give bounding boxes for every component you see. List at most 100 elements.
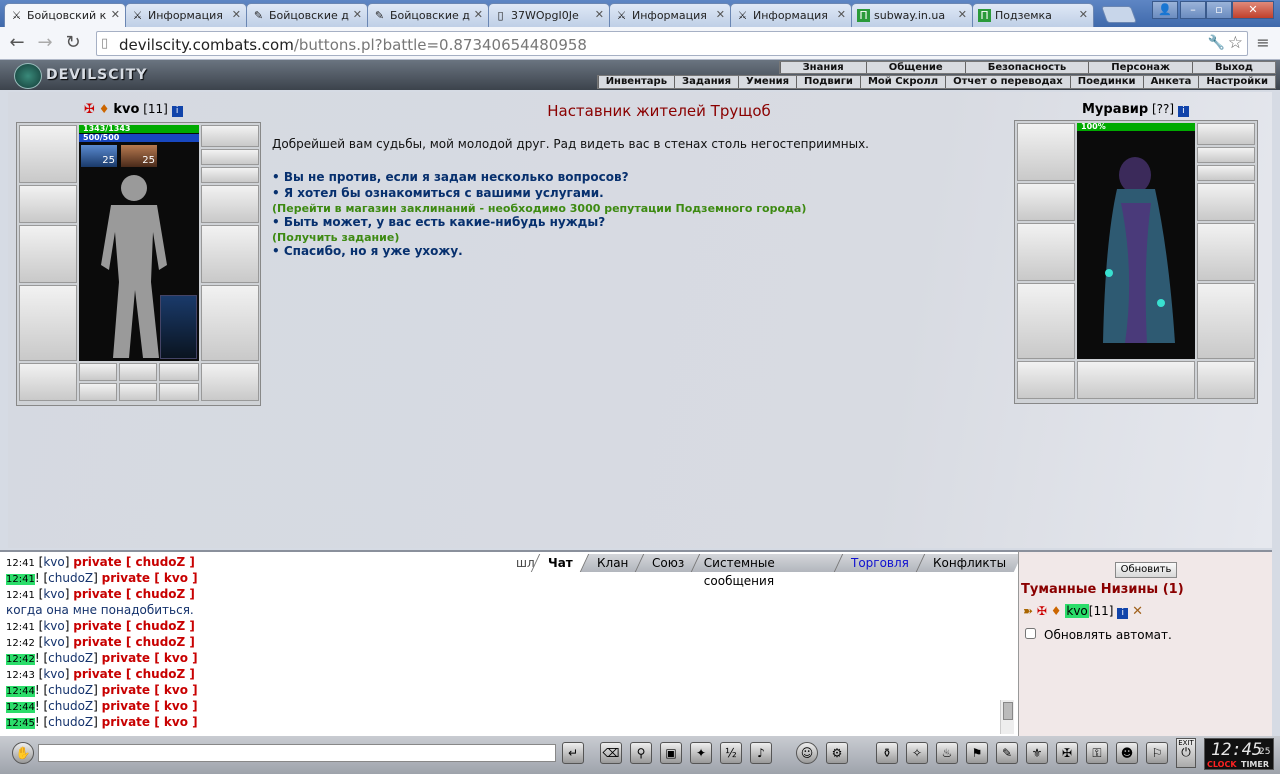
save-icon[interactable]: ▣ xyxy=(660,742,682,764)
menu-item[interactable]: Поединки xyxy=(1069,76,1143,88)
chat-nick[interactable]: kvo xyxy=(43,555,64,569)
bracers-slot[interactable] xyxy=(19,185,77,223)
new-tab-button[interactable] xyxy=(1100,6,1138,23)
leggings-slot[interactable] xyxy=(201,285,259,361)
chat-settings-icon[interactable]: ⚙ xyxy=(826,742,848,764)
browser-tab[interactable]: ⚔ Информация ✕ xyxy=(730,3,852,27)
minimize-button[interactable]: – xyxy=(1180,1,1206,19)
player-avatar[interactable]: 1343/1343 500/500 25 25 xyxy=(79,125,199,361)
site-logo[interactable]: DEVILSCITY xyxy=(10,62,147,89)
reload-button[interactable]: ↻ xyxy=(62,32,84,54)
player-name[interactable]: kvo xyxy=(113,102,139,117)
menu-item[interactable]: Знания xyxy=(779,62,866,73)
chat-time[interactable]: 12:41 xyxy=(6,590,35,601)
speed-icon[interactable]: ½ xyxy=(720,742,742,764)
menu-item[interactable]: Выход xyxy=(1191,62,1275,73)
chat-nick[interactable]: chudoZ xyxy=(48,715,93,729)
menu-item[interactable]: Персонаж xyxy=(1088,62,1192,73)
tab-close-icon[interactable]: ✕ xyxy=(837,8,846,21)
dialog-option-services[interactable]: • Я хотел бы ознакомиться с вашими услуг… xyxy=(272,186,604,200)
magic-icon[interactable]: ✧ xyxy=(906,742,928,764)
chat-nick[interactable]: kvo xyxy=(43,635,64,649)
scroll-icon[interactable]: ✎ xyxy=(996,742,1018,764)
menu-item[interactable]: Настройки xyxy=(1198,76,1275,88)
emoji-icon[interactable]: ☺ xyxy=(796,742,818,764)
chat-nick[interactable]: chudoZ xyxy=(48,683,93,697)
chat-recipient[interactable]: chudoZ xyxy=(136,587,186,601)
dialog-option-questions[interactable]: • Вы не против, если я задам несколько в… xyxy=(272,170,629,184)
maximize-button[interactable]: ▫ xyxy=(1206,1,1232,19)
tab-close-icon[interactable]: ✕ xyxy=(716,8,725,21)
weapon-slot[interactable] xyxy=(19,225,77,283)
rune-slot[interactable] xyxy=(79,383,117,401)
chat-time[interactable]: 12:45 xyxy=(6,718,35,729)
eraser-icon[interactable]: ⌫ xyxy=(600,742,622,764)
wrench-icon[interactable]: 🔧 xyxy=(1208,35,1225,51)
rune-slot[interactable] xyxy=(119,383,157,401)
info-icon[interactable]: i xyxy=(1177,106,1189,117)
potion-icon[interactable]: ♨ xyxy=(936,742,958,764)
chat-time[interactable]: 12:41 xyxy=(6,622,35,633)
chat-scrollbar[interactable] xyxy=(1000,700,1014,734)
tab-close-icon[interactable]: ✕ xyxy=(958,8,967,21)
chat-time[interactable]: 12:42 xyxy=(6,638,35,649)
tab-close-icon[interactable]: ✕ xyxy=(111,8,120,21)
ring-slot[interactable] xyxy=(159,363,199,381)
gloves-slot[interactable] xyxy=(201,185,259,223)
tab-close-icon[interactable]: ✕ xyxy=(595,8,604,21)
chat-log[interactable]: 12:41 [kvo] private [ chudoZ ] 12:41! [ch… xyxy=(6,554,224,736)
chat-time[interactable]: 12:41 xyxy=(6,558,35,569)
attack-icon[interactable]: ✕ xyxy=(1132,604,1143,619)
filter-icon[interactable]: ⚲ xyxy=(630,742,652,764)
chat-recipient[interactable]: kvo xyxy=(164,571,188,585)
forward-button[interactable]: → xyxy=(34,32,56,54)
chat-input[interactable] xyxy=(38,744,556,762)
clock-label[interactable]: CLOCK xyxy=(1207,760,1237,769)
bag-icon[interactable]: ⚱ xyxy=(876,742,898,764)
tab-close-icon[interactable]: ✕ xyxy=(232,8,241,21)
browser-tab[interactable]: ⚔ Бойцовский к ✕ xyxy=(4,3,126,28)
fighter-icon[interactable]: ✦ xyxy=(690,742,712,764)
refresh-button[interactable]: Обновить xyxy=(1115,562,1177,578)
chat-nick[interactable]: chudoZ xyxy=(48,699,93,713)
gold-icon[interactable]: ⚑ xyxy=(966,742,988,764)
menu-item[interactable]: Задания xyxy=(674,76,738,88)
pet-icon[interactable] xyxy=(160,295,197,359)
browser-tab[interactable]: П Подземка ✕ xyxy=(972,3,1094,27)
ring-slot[interactable] xyxy=(79,363,117,381)
tab-close-icon[interactable]: ✕ xyxy=(1079,8,1088,21)
menu-item[interactable]: Анкета xyxy=(1142,76,1199,88)
rune-slot[interactable] xyxy=(159,383,199,401)
chat-recipient[interactable]: kvo xyxy=(164,683,188,697)
tab-close-icon[interactable]: ✕ xyxy=(353,8,362,21)
exit-button[interactable]: EXIT ⏻ xyxy=(1176,738,1196,768)
chat-recipient[interactable]: kvo xyxy=(164,699,188,713)
chat-time[interactable]: 12:41 xyxy=(6,574,35,585)
tab-close-icon[interactable]: ✕ xyxy=(474,8,483,21)
info-icon[interactable]: i xyxy=(171,106,183,117)
chat-nick[interactable]: chudoZ xyxy=(48,651,93,665)
chat-time[interactable]: 12:44 xyxy=(6,702,35,713)
buff-icon[interactable]: 25 xyxy=(81,145,117,167)
necklace-slot[interactable] xyxy=(201,149,259,165)
chat-nick[interactable]: kvo xyxy=(43,587,64,601)
dialog-option-leave[interactable]: • Спасибо, но я уже ухожу. xyxy=(272,244,463,258)
browser-tab[interactable]: ✎ Бойцовские д ✕ xyxy=(246,3,368,27)
menu-item[interactable]: Инвентарь xyxy=(597,76,674,88)
menu-item[interactable]: Подвиги xyxy=(796,76,860,88)
menu-item[interactable]: Отчет о переводах xyxy=(945,76,1070,88)
amulet-slot[interactable] xyxy=(201,167,259,183)
chat-time[interactable]: 12:43 xyxy=(6,670,35,681)
chat-nick[interactable]: chudoZ xyxy=(48,571,93,585)
armor-slot[interactable] xyxy=(19,285,77,361)
helmet-slot[interactable] xyxy=(19,125,77,183)
chat-recipient[interactable]: chudoZ xyxy=(136,555,186,569)
menu-item[interactable]: Общение xyxy=(865,62,965,73)
star-icon[interactable]: ☆ xyxy=(1228,33,1243,53)
flag-icon[interactable]: ⚐ xyxy=(1146,742,1168,764)
earrings-slot[interactable] xyxy=(201,125,259,147)
menu-icon[interactable]: ≡ xyxy=(1252,32,1274,54)
dialog-option-needs[interactable]: • Быть может, у вас есть какие-нибудь ну… xyxy=(272,215,605,229)
sound-icon[interactable]: ♪ xyxy=(750,742,772,764)
chat-nick[interactable]: kvo xyxy=(43,667,64,681)
